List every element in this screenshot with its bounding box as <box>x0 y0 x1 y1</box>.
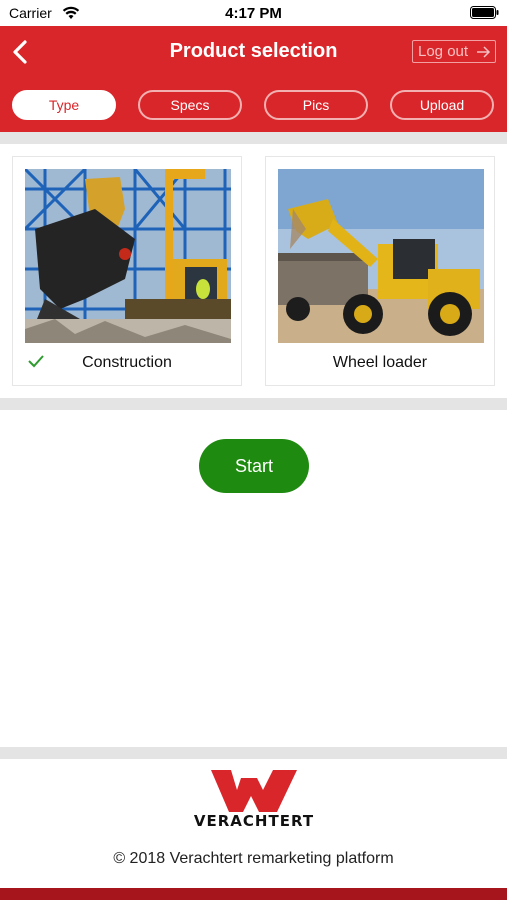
logout-label: Log out <box>418 43 469 60</box>
status-bar: Carrier 4:17 PM <box>0 0 507 26</box>
logout-button[interactable]: Log out <box>412 40 496 63</box>
construction-image <box>25 169 231 343</box>
category-card-construction[interactable]: Construction <box>12 156 242 386</box>
copyright-text: © 2018 Verachtert remarketing platform <box>113 850 394 867</box>
category-label: Wheel loader <box>332 354 428 371</box>
arrow-right-icon <box>477 46 491 58</box>
logo-mark-icon <box>211 770 297 812</box>
category-label: Construction <box>82 354 172 371</box>
divider <box>0 747 507 759</box>
clock: 4:17 PM <box>225 5 282 22</box>
verachtert-logo: VERACHTERT <box>175 770 333 830</box>
battery-icon <box>470 6 499 19</box>
bottom-bar <box>0 888 507 900</box>
app-header: Product selection Log out Type Specs Pic… <box>0 26 507 132</box>
tab-pics[interactable]: Pics <box>264 90 368 120</box>
tab-upload[interactable]: Upload <box>390 90 494 120</box>
tab-type[interactable]: Type <box>12 90 116 120</box>
tab-specs[interactable]: Specs <box>138 90 242 120</box>
category-card-wheel-loader[interactable]: Wheel loader <box>265 156 495 386</box>
divider <box>0 132 507 144</box>
step-tabs: Type Specs Pics Upload <box>0 90 507 122</box>
start-button[interactable]: Start <box>199 439 309 493</box>
divider <box>0 398 507 410</box>
wheel-loader-image <box>278 169 484 343</box>
logo-text: VERACHTERT <box>193 812 315 830</box>
